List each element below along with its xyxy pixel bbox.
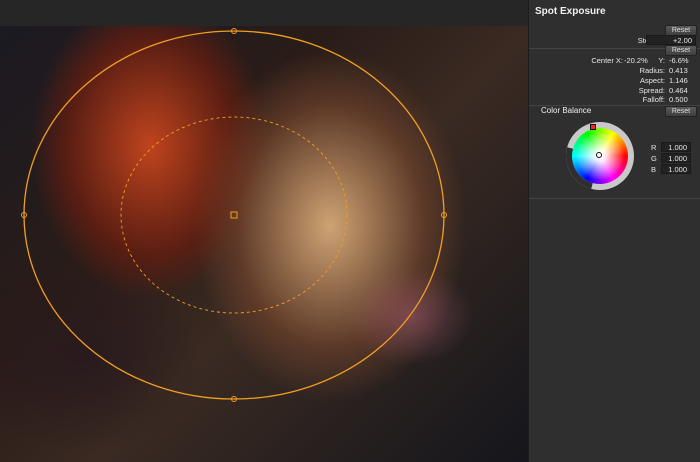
center-y-label: Y: <box>658 56 665 65</box>
aspect-label: Aspect: <box>639 76 665 85</box>
spread-value[interactable]: 0.464 <box>669 86 688 95</box>
spread-label: Spread: <box>638 86 665 95</box>
r-field[interactable]: 1.000 <box>661 142 691 152</box>
center-y-value[interactable]: -6.6% <box>669 56 689 65</box>
g-field[interactable]: 1.000 <box>661 153 691 163</box>
falloff-value[interactable]: 0.500 <box>669 95 688 104</box>
color-balance-title: Color Balance <box>541 106 592 115</box>
radius-value[interactable]: 0.413 <box>669 66 688 75</box>
divider <box>529 198 700 199</box>
stops-field[interactable]: +2.00 <box>646 35 696 45</box>
g-label: G <box>651 154 657 163</box>
aspect-value[interactable]: 1.146 <box>669 76 688 85</box>
panel-title: Spot Exposure <box>535 6 606 17</box>
spot-exposure-overlay[interactable] <box>0 0 528 462</box>
radius-label: Radius: <box>639 66 665 75</box>
image-viewer[interactable] <box>0 0 528 462</box>
color-wheel-icon[interactable] <box>553 109 647 203</box>
adjustments-panel: Spot Exposure Reset Stops: +2.00 Reset C… <box>528 0 700 462</box>
falloff-label: Falloff: <box>642 95 665 104</box>
r-label: R <box>651 143 657 152</box>
center-x-value[interactable]: -20.2% <box>624 56 648 65</box>
center-x-label: Center X: <box>591 56 623 65</box>
b-field[interactable]: 1.000 <box>661 164 691 174</box>
b-label: B <box>651 165 657 174</box>
wheel-marker-handle[interactable] <box>590 124 596 130</box>
inner-ellipse[interactable] <box>120 116 348 314</box>
shape-reset-button[interactable]: Reset <box>665 45 697 56</box>
center-handle[interactable] <box>230 211 238 219</box>
color-balance-reset-button[interactable]: Reset <box>665 106 697 117</box>
wheel-center-handle[interactable] <box>596 152 602 158</box>
outer-ellipse[interactable] <box>23 30 445 400</box>
